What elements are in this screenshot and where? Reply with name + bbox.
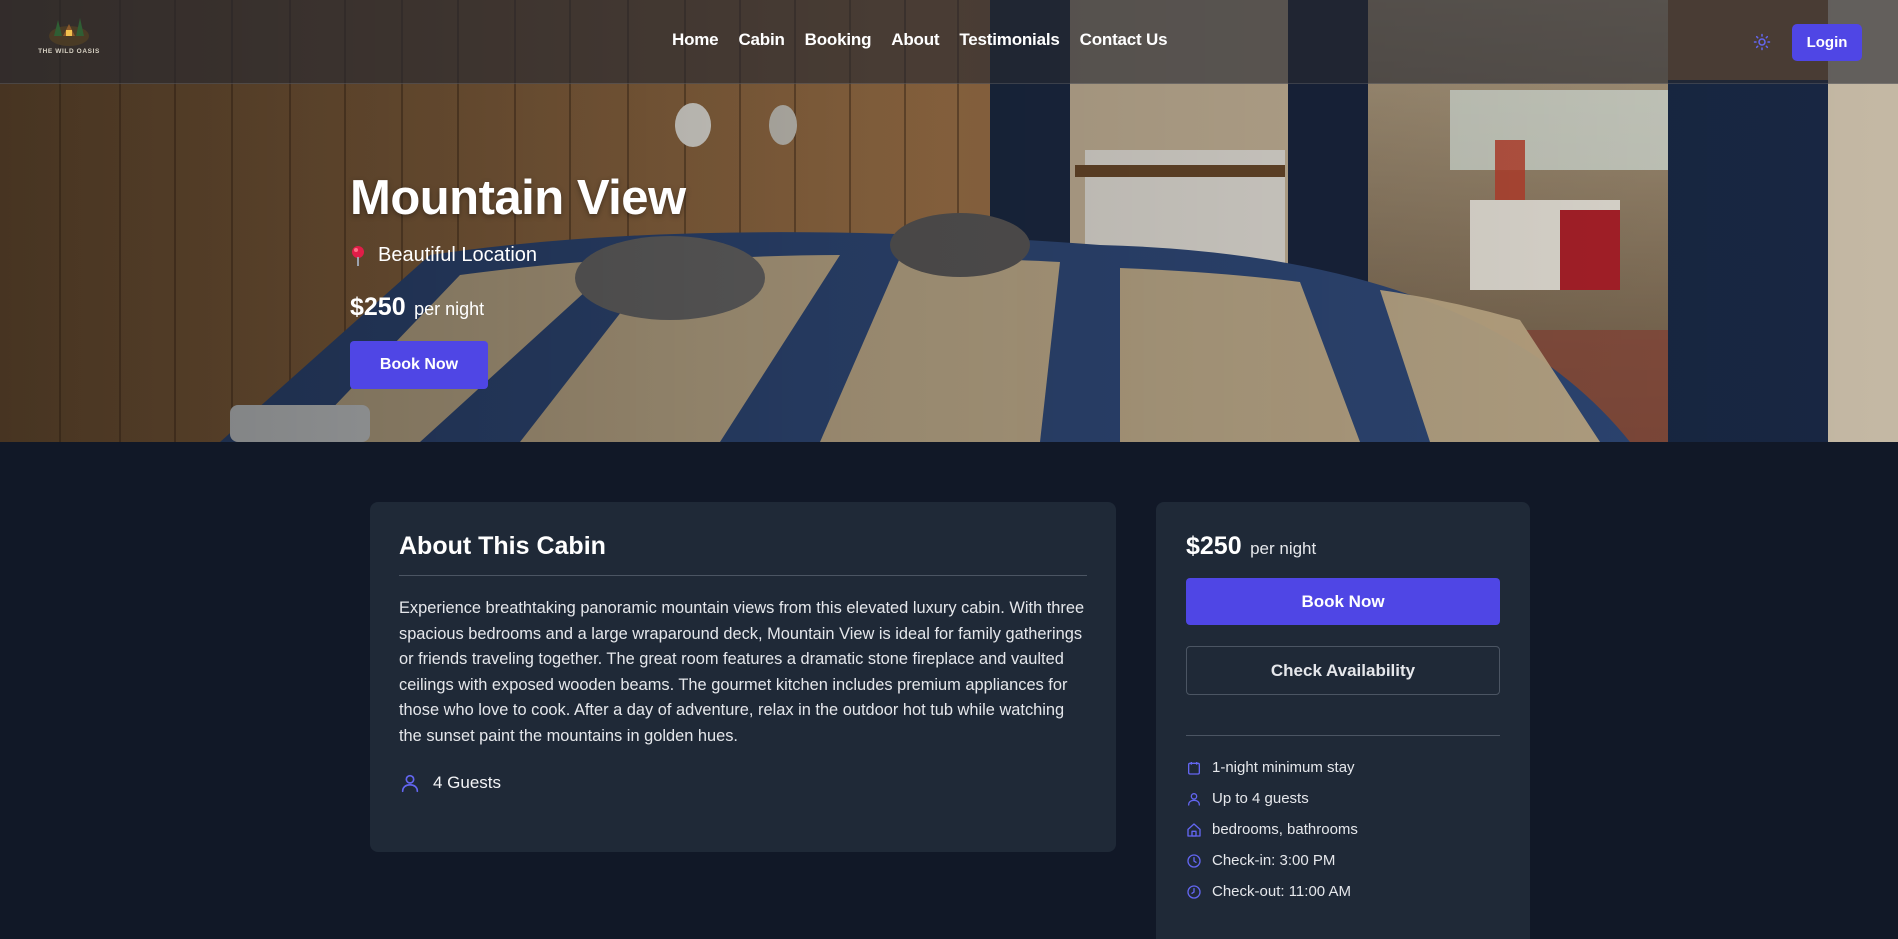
hero-price: $250 per night <box>350 293 686 322</box>
nav-cabin[interactable]: Cabin <box>738 30 784 50</box>
hero-book-now-button[interactable]: Book Now <box>350 341 488 389</box>
detail-text: Check-out: 11:00 AM <box>1212 883 1351 900</box>
guest-count: 4 Guests <box>433 772 502 792</box>
nav-home[interactable]: Home <box>672 30 719 50</box>
nav-contact-us[interactable]: Contact Us <box>1080 30 1168 50</box>
detail-max-guests: Up to 4 guests <box>1186 783 1500 814</box>
detail-text: Up to 4 guests <box>1212 790 1309 807</box>
nav-about[interactable]: About <box>891 30 939 50</box>
main-nav: Home Cabin Booking About Testimonials Co… <box>672 30 1168 50</box>
logo-text: THE WILD OASIS <box>38 48 100 55</box>
hero-price-unit: per night <box>414 299 485 319</box>
map-pin-icon <box>352 245 364 266</box>
guest-capacity: 4 Guests <box>399 772 1087 794</box>
login-button[interactable]: Login <box>1792 24 1862 61</box>
about-cabin-card: About This Cabin Experience breathtaking… <box>370 502 1116 852</box>
booking-price: $250 per night <box>1186 532 1500 561</box>
nav-booking[interactable]: Booking <box>805 30 872 50</box>
detail-check-in: Check-in: 3:00 PM <box>1186 845 1500 876</box>
detail-minimum-stay: 1-night minimum stay <box>1186 752 1500 783</box>
detail-text: 1-night minimum stay <box>1212 759 1355 776</box>
theme-toggle-button[interactable] <box>1751 31 1773 53</box>
about-description: Experience breathtaking panoramic mounta… <box>399 599 1085 745</box>
clock-icon <box>1187 884 1201 899</box>
detail-rooms: bedrooms, bathrooms <box>1186 814 1500 845</box>
detail-text: bedrooms, bathrooms <box>1212 821 1358 838</box>
clock-icon <box>1187 853 1201 868</box>
cabin-details-list: 1-night minimum stay Up to 4 guests bedr… <box>1186 752 1500 907</box>
booking-price-amount: $250 <box>1186 532 1242 560</box>
book-now-button[interactable]: Book Now <box>1186 578 1500 625</box>
user-icon <box>401 774 419 792</box>
booking-price-unit: per night <box>1250 539 1317 558</box>
hero-price-amount: $250 <box>350 293 406 321</box>
detail-text: Check-in: 3:00 PM <box>1212 852 1336 869</box>
hero-content: Mountain View Beautiful Location $250 pe… <box>350 170 686 389</box>
check-availability-button[interactable]: Check Availability <box>1186 646 1500 695</box>
user-icon <box>1188 792 1200 806</box>
home-icon <box>1187 822 1201 837</box>
about-title: About This Cabin <box>399 532 606 560</box>
cabin-location: Beautiful Location <box>350 244 686 267</box>
booking-divider <box>1186 735 1500 736</box>
logo[interactable]: THE WILD OASIS <box>34 12 104 64</box>
nav-testimonials[interactable]: Testimonials <box>959 30 1059 50</box>
sun-icon <box>1753 33 1771 51</box>
site-header: THE WILD OASIS Home Cabin Booking About … <box>0 0 1898 84</box>
about-divider <box>399 575 1087 576</box>
location-label: Beautiful Location <box>378 244 538 266</box>
calendar-icon <box>1188 761 1200 775</box>
cabin-title: Mountain View <box>350 171 686 225</box>
booking-card: $250 per night Book Now Check Availabili… <box>1156 502 1530 939</box>
detail-check-out: Check-out: 11:00 AM <box>1186 876 1500 907</box>
logo-emblem <box>49 18 89 46</box>
